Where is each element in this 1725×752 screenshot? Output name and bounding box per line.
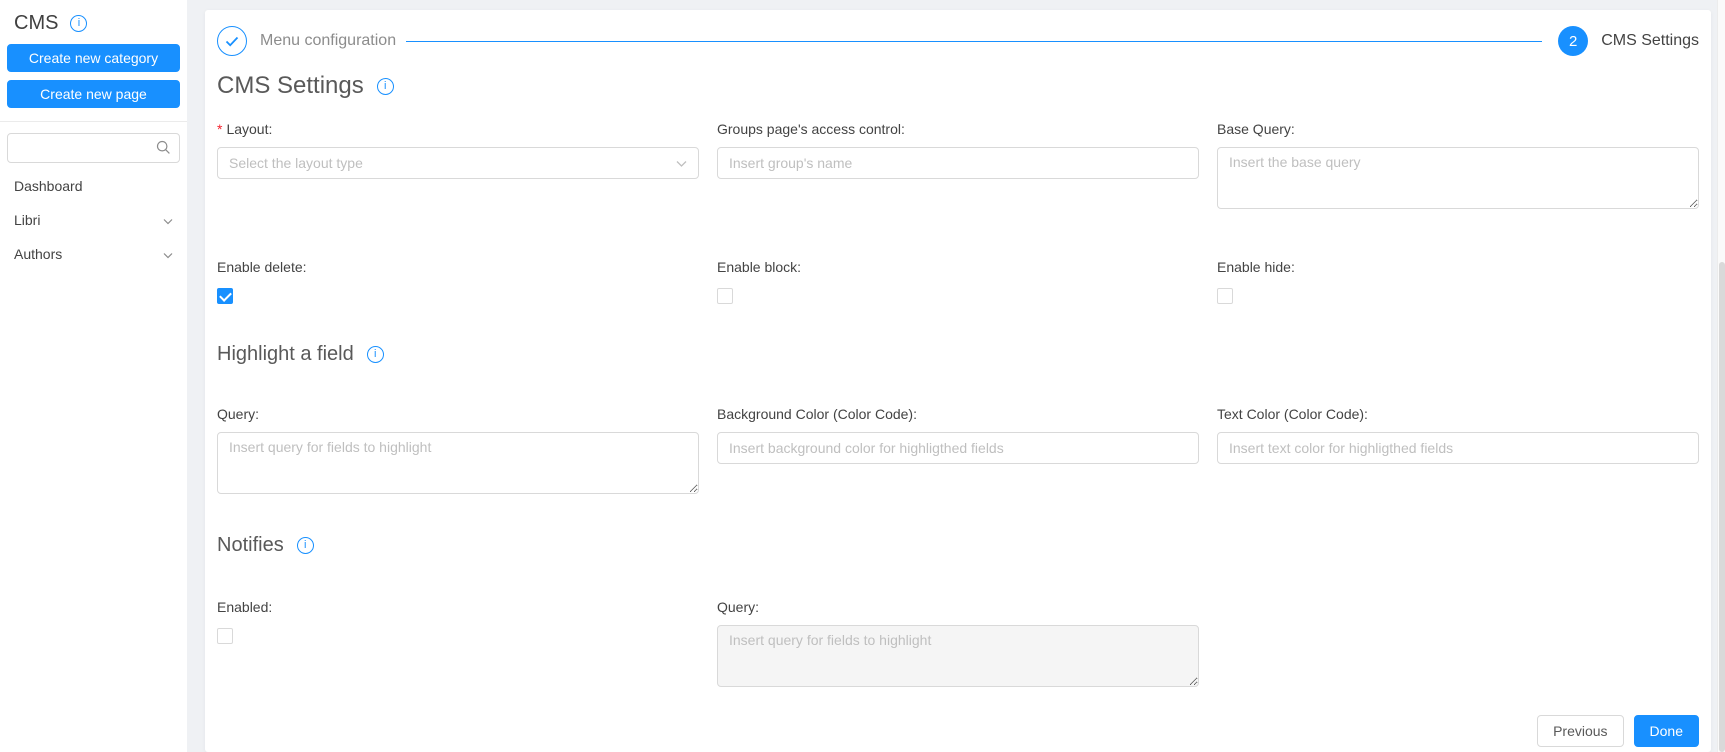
app-title: CMS	[14, 12, 59, 34]
main-area: Menu configuration 2 CMS Settings CMS Se…	[187, 0, 1725, 752]
settings-card: Menu configuration 2 CMS Settings CMS Se…	[205, 10, 1711, 752]
background-color-input[interactable]	[717, 432, 1199, 464]
sidebar-nav: Dashboard Libri Authors	[7, 169, 180, 271]
required-asterisk: *	[217, 121, 223, 137]
chevron-down-icon	[163, 212, 173, 228]
info-icon[interactable]: i	[376, 77, 394, 95]
sidebar-item-label: Libri	[14, 212, 41, 228]
field-label: Text Color (Color Code):	[1217, 406, 1368, 422]
sidebar-item-label: Authors	[14, 246, 63, 262]
field-layout: * Layout: Select the layout type	[217, 121, 699, 179]
sidebar: CMS i Create new category Create new pag…	[0, 0, 187, 752]
field-label: Enable delete:	[217, 259, 307, 275]
highlight-query-textarea[interactable]	[217, 432, 699, 494]
chevron-down-icon	[163, 246, 173, 262]
step-check-icon	[217, 26, 247, 56]
field-label: * Layout:	[217, 121, 273, 137]
notifies-enabled-checkbox[interactable]	[217, 628, 233, 644]
section-title: Notifies	[217, 534, 284, 556]
cms-settings-heading: CMS Settings i	[217, 72, 1699, 100]
sidebar-item-authors[interactable]: Authors	[7, 237, 180, 271]
notifies-heading: Notifies i	[217, 534, 1699, 557]
form-row-4: Enabled: Query:	[217, 599, 1699, 692]
field-label: Enable hide:	[1217, 259, 1295, 275]
footer-actions: Previous Done	[217, 715, 1699, 752]
field-enable-delete: Enable delete:	[217, 259, 699, 309]
vertical-scrollbar[interactable]	[1717, 0, 1725, 752]
base-query-textarea[interactable]	[1217, 147, 1699, 209]
create-page-button[interactable]: Create new page	[7, 80, 180, 108]
step-cms-settings[interactable]: 2 CMS Settings	[1558, 26, 1699, 56]
section-title: Highlight a field	[217, 343, 354, 365]
text-color-input[interactable]	[1217, 432, 1699, 464]
steps-connector-line	[406, 40, 1543, 42]
search-icon	[156, 140, 171, 160]
search-box	[7, 133, 180, 163]
field-label: Base Query:	[1217, 121, 1295, 137]
step-title: CMS Settings	[1601, 32, 1699, 49]
field-notifies-query: Query:	[717, 599, 1199, 692]
layout-select[interactable]: Select the layout type	[217, 147, 699, 179]
field-label: Background Color (Color Code):	[717, 406, 917, 422]
step-menu-configuration[interactable]: Menu configuration	[217, 26, 396, 56]
info-icon[interactable]: i	[366, 346, 384, 363]
highlight-heading: Highlight a field i	[217, 343, 1699, 366]
sidebar-item-dashboard[interactable]: Dashboard	[7, 169, 180, 203]
field-label: Query:	[217, 406, 260, 422]
field-label: Query:	[717, 599, 760, 615]
field-groups-access: Groups page's access control:	[717, 121, 1199, 179]
step-title: Menu configuration	[260, 32, 397, 49]
section-title: CMS Settings	[217, 72, 364, 99]
create-category-button[interactable]: Create new category	[7, 44, 180, 72]
groups-access-input[interactable]	[717, 147, 1199, 179]
previous-button[interactable]: Previous	[1537, 715, 1624, 747]
field-label: Enable block:	[717, 259, 802, 275]
enable-hide-checkbox[interactable]	[1217, 288, 1233, 304]
field-highlight-query: Query:	[217, 406, 699, 499]
enable-delete-checkbox[interactable]	[217, 288, 233, 304]
notifies-query-textarea	[717, 625, 1199, 687]
field-text-color: Text Color (Color Code):	[1217, 406, 1699, 464]
enable-block-checkbox[interactable]	[717, 288, 733, 304]
select-placeholder: Select the layout type	[229, 155, 363, 171]
step-number-badge: 2	[1558, 26, 1589, 56]
info-icon[interactable]: i	[70, 15, 88, 32]
form-row-3: Query: Background Color (Color Code): Te…	[217, 406, 1699, 499]
done-button[interactable]: Done	[1633, 715, 1699, 747]
search-input[interactable]	[7, 133, 180, 163]
form-row-1: * Layout: Select the layout type Groups p…	[217, 121, 1699, 214]
info-icon[interactable]: i	[296, 537, 314, 554]
steps-header: Menu configuration 2 CMS Settings	[217, 26, 1699, 56]
sidebar-item-libri[interactable]: Libri	[7, 203, 180, 237]
field-base-query: Base Query:	[1217, 121, 1699, 214]
field-enable-hide: Enable hide:	[1217, 259, 1699, 309]
field-enable-block: Enable block:	[717, 259, 1199, 309]
field-label: Enabled:	[217, 599, 273, 615]
sidebar-header: CMS i	[7, 12, 180, 35]
scrollbar-thumb[interactable]	[1719, 262, 1725, 752]
sidebar-divider	[0, 121, 187, 122]
field-notifies-enabled: Enabled:	[217, 599, 699, 649]
sidebar-item-label: Dashboard	[14, 178, 83, 194]
form-row-2: Enable delete: Enable block: Enable hide…	[217, 259, 1699, 309]
field-label: Groups page's access control:	[717, 121, 905, 137]
field-background-color: Background Color (Color Code):	[717, 406, 1199, 464]
chevron-down-icon	[676, 155, 687, 171]
